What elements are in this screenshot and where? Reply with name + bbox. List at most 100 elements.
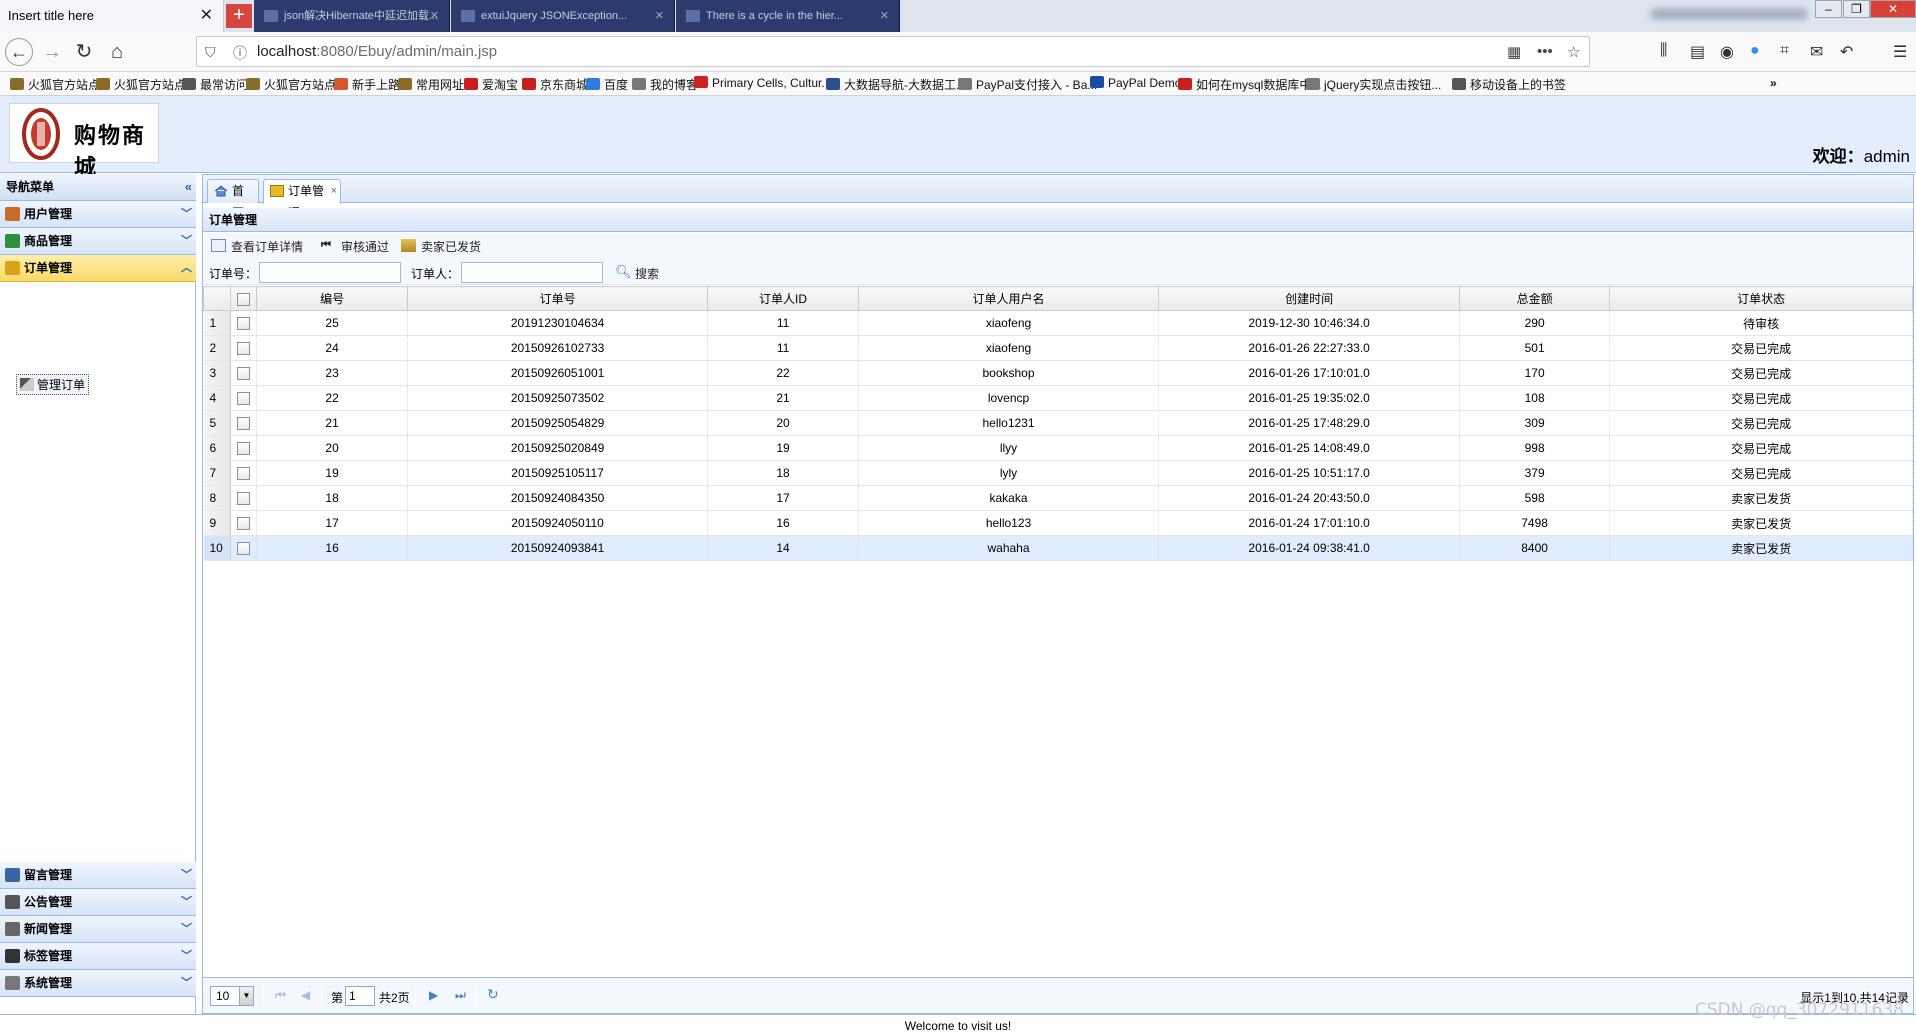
chevron-down-icon[interactable]: ▼ bbox=[239, 987, 253, 1005]
nav-panel-order[interactable]: 订单管理 ︿ bbox=[0, 255, 196, 282]
chevron-up-icon[interactable]: ︿ bbox=[181, 255, 192, 281]
nav-panel-user[interactable]: 用户管理 ﹀ bbox=[0, 201, 196, 228]
minimize-icon[interactable]: – bbox=[1815, 0, 1842, 18]
next-page-icon[interactable]: ▶ bbox=[429, 988, 438, 1002]
address-bar[interactable]: ⛉ ⓘ localhost:8080/Ebuy/admin/main.jsp ▦… bbox=[196, 36, 1590, 67]
browser-tab-active[interactable]: Insert title here ✕ bbox=[0, 0, 224, 32]
table-row[interactable]: 6 20 20150925020849 19 llyy 2016-01-25 14:08:… bbox=[203, 435, 1913, 461]
row-select-cell[interactable] bbox=[230, 535, 258, 561]
bookmark-item[interactable]: PayPal Demo bbox=[1090, 76, 1181, 90]
search-button[interactable]: 🔍︎ 搜索 bbox=[613, 264, 659, 282]
table-row[interactable]: 4 22 20150925073502 21 lovencp 2016-01-25 19:… bbox=[203, 385, 1913, 411]
bookmark-item[interactable]: 火狐官方站点 bbox=[10, 76, 100, 93]
chevron-down-icon[interactable]: ﹀ bbox=[181, 862, 192, 888]
table-row[interactable]: 1 25 20191230104634 11 xiaofeng 2019-12-30 10… bbox=[203, 310, 1913, 336]
library-icon[interactable]: ⫼ bbox=[1660, 42, 1667, 60]
tab-order-management[interactable]: 订单管理 × bbox=[263, 179, 341, 220]
chevron-down-icon[interactable]: ﹀ bbox=[181, 228, 192, 254]
bookmark-item[interactable]: 常用网址 bbox=[398, 76, 464, 93]
chevron-down-icon[interactable]: ﹀ bbox=[181, 889, 192, 915]
bookmark-item[interactable]: 如何在mysql数据库中... bbox=[1178, 76, 1321, 93]
nav-panel-tag[interactable]: 标签管理 ﹀ bbox=[0, 943, 196, 970]
bookmark-item[interactable]: 百度 bbox=[586, 76, 628, 93]
column-header[interactable]: 创建时间 bbox=[1158, 286, 1460, 311]
bookmark-item[interactable]: 大数据导航-大数据工... bbox=[826, 76, 966, 93]
extension-icon[interactable]: ● bbox=[1750, 42, 1760, 60]
menu-icon[interactable]: ☰ bbox=[1893, 42, 1907, 62]
bookmark-item[interactable]: PayPal支付接入 - Ba... bbox=[958, 76, 1097, 93]
account-icon[interactable]: ◉ bbox=[1720, 42, 1734, 62]
row-checkbox[interactable] bbox=[237, 542, 251, 556]
row-checkbox[interactable] bbox=[237, 342, 251, 356]
bookmark-item[interactable]: 我的博客 bbox=[632, 76, 698, 93]
row-select-cell[interactable] bbox=[230, 385, 258, 411]
column-header[interactable]: 订单状态 bbox=[1609, 286, 1913, 311]
forward-arrow-icon[interactable]: → bbox=[38, 38, 66, 66]
nav-panel-news[interactable]: 新闻管理 ﹀ bbox=[0, 916, 196, 943]
bookmark-item[interactable]: 火狐官方站点 bbox=[246, 76, 336, 93]
first-page-icon[interactable]: ⏮ bbox=[275, 988, 286, 1003]
sidebar-icon[interactable]: ▤ bbox=[1690, 42, 1705, 62]
window-close-icon[interactable]: ✕ bbox=[1870, 0, 1916, 18]
row-checkbox[interactable] bbox=[237, 417, 251, 431]
chevron-down-icon[interactable]: ﹀ bbox=[181, 970, 192, 996]
new-tab-button[interactable]: + bbox=[226, 4, 252, 28]
home-icon[interactable]: ⌂ bbox=[103, 38, 131, 66]
collapse-icon[interactable]: « bbox=[185, 174, 192, 200]
row-select-cell[interactable] bbox=[230, 310, 258, 336]
row-checkbox[interactable] bbox=[237, 467, 251, 481]
order-no-input[interactable] bbox=[259, 262, 401, 283]
info-icon[interactable]: ⓘ bbox=[233, 43, 247, 63]
column-header[interactable]: 订单人ID bbox=[707, 286, 859, 311]
prev-page-icon[interactable]: ◀ bbox=[301, 988, 310, 1002]
orderer-input[interactable] bbox=[461, 262, 603, 283]
url-text[interactable]: localhost:8080/Ebuy/admin/main.jsp bbox=[257, 43, 497, 60]
back-arrow-icon[interactable]: ← bbox=[5, 38, 33, 66]
row-select-cell[interactable] bbox=[230, 510, 258, 536]
close-tab-icon[interactable]: × bbox=[331, 180, 337, 202]
row-checkbox[interactable] bbox=[237, 442, 251, 456]
nav-panel-system[interactable]: 系统管理 ﹀ bbox=[0, 970, 196, 997]
column-header[interactable]: 总金额 bbox=[1458, 286, 1611, 311]
bookmark-item[interactable]: 火狐官方站点 bbox=[96, 76, 186, 93]
bookmark-item[interactable]: 新手上路 bbox=[334, 76, 400, 93]
bookmark-item[interactable]: 爱淘宝 bbox=[464, 76, 518, 93]
table-row[interactable]: 5 21 20150925054829 20 hello1231 2016-01-25 1… bbox=[203, 410, 1913, 436]
reload-icon[interactable]: ↻ bbox=[70, 38, 98, 66]
undo-icon[interactable]: ↶ bbox=[1840, 42, 1853, 62]
table-row[interactable]: 2 24 20150926102733 11 xiaofeng 2016-01-26 22… bbox=[203, 335, 1913, 361]
table-row[interactable]: 10 16 20150924093841 14 wahaha 2016-01-24 09:… bbox=[203, 535, 1913, 561]
close-tab-icon[interactable]: ✕ bbox=[655, 0, 664, 32]
table-row[interactable]: 3 23 20150926051001 22 bookshop 2016-01-26 17… bbox=[203, 360, 1913, 386]
view-order-detail-button[interactable]: 查看订单详情 bbox=[209, 238, 303, 255]
column-header[interactable]: 编号 bbox=[256, 286, 408, 311]
page-size-select[interactable]: 10 ▼ bbox=[210, 986, 254, 1006]
chevron-down-icon[interactable]: ﹀ bbox=[181, 943, 192, 969]
table-row[interactable]: 7 19 20150925105117 18 lyly 2016-01-25 10:51:… bbox=[203, 460, 1913, 486]
browser-tab-background[interactable]: json解决Hibernate中延迟加载... ✕ bbox=[254, 0, 450, 32]
bookmark-item[interactable]: Primary Cells, Cultur... bbox=[694, 76, 831, 90]
tab-home[interactable]: 首页 bbox=[207, 179, 259, 220]
mark-shipped-button[interactable]: 卖家已发货 bbox=[399, 238, 481, 255]
row-select-cell[interactable] bbox=[230, 460, 258, 486]
last-page-icon[interactable]: ⏭ bbox=[455, 988, 466, 1003]
select-all-checkbox[interactable] bbox=[237, 292, 251, 306]
row-checkbox[interactable] bbox=[237, 492, 251, 506]
column-header[interactable]: 订单人用户名 bbox=[857, 286, 1160, 311]
more-actions-icon[interactable]: ••• bbox=[1537, 43, 1553, 60]
chat-icon[interactable]: ✉ bbox=[1810, 42, 1823, 62]
browser-tab-background[interactable]: There is a cycle in the hier... ✕ bbox=[676, 0, 900, 32]
row-checkbox[interactable] bbox=[237, 317, 251, 331]
approve-button[interactable]: ⏮ 审核通过 bbox=[319, 238, 389, 255]
page-number-input[interactable]: 1 bbox=[345, 986, 375, 1006]
nav-panel-message[interactable]: 留言管理 ﹀ bbox=[0, 862, 196, 889]
row-select-cell[interactable] bbox=[230, 485, 258, 511]
select-all-header[interactable] bbox=[230, 286, 258, 311]
bookmark-item[interactable]: 最常访问 bbox=[182, 76, 248, 93]
row-select-cell[interactable] bbox=[230, 360, 258, 386]
chevron-down-icon[interactable]: ﹀ bbox=[181, 916, 192, 942]
nav-panel-product[interactable]: 商品管理 ﹀ bbox=[0, 228, 196, 255]
maximize-icon[interactable]: ❐ bbox=[1843, 0, 1870, 18]
browser-tab-background[interactable]: extuiJquery JSONException... ✕ bbox=[451, 0, 675, 32]
nav-panel-notice[interactable]: 公告管理 ﹀ bbox=[0, 889, 196, 916]
